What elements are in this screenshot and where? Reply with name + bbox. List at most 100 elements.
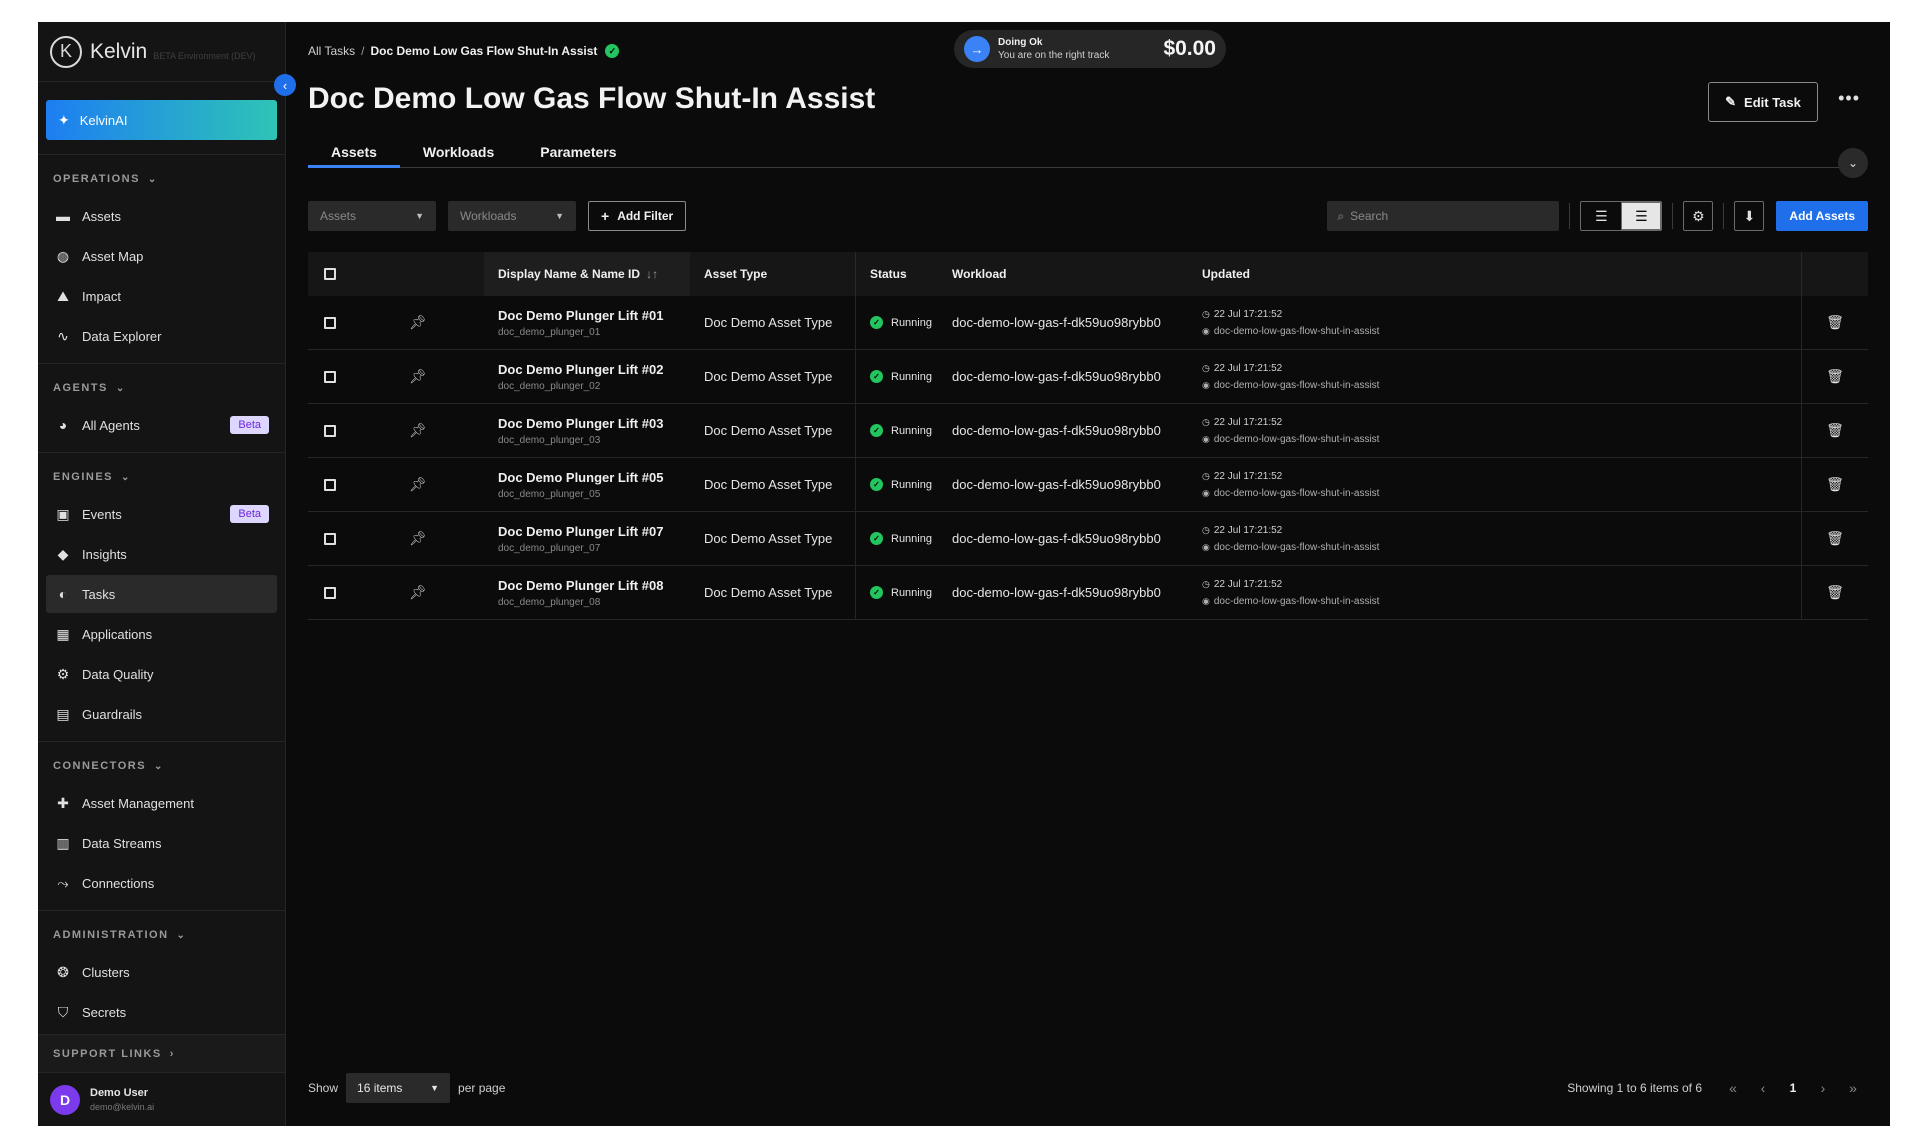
row-checkbox[interactable] bbox=[324, 586, 336, 599]
workload-name[interactable]: doc-demo-low-gas-f-dk59uo98rybb0 bbox=[952, 315, 1202, 330]
per-page-select[interactable]: 16 items ▼ bbox=[346, 1073, 451, 1103]
table-row[interactable]: 📌︎ Doc Demo Plunger Lift #01 doc_demo_pl… bbox=[308, 295, 1868, 350]
breadcrumb-all-tasks[interactable]: All Tasks bbox=[308, 44, 355, 58]
row-checkbox[interactable] bbox=[324, 424, 336, 437]
name-column-header[interactable]: Display Name & Name ID ↓↑ bbox=[484, 252, 690, 296]
tag-icon: ◆ bbox=[57, 545, 69, 562]
prev-page-icon[interactable]: ‹ bbox=[1748, 1080, 1778, 1096]
asset-display-name[interactable]: Doc Demo Plunger Lift #05 bbox=[498, 470, 690, 485]
pin-icon[interactable]: 📌︎ bbox=[352, 422, 484, 439]
status-badge: Running bbox=[891, 478, 932, 491]
tab-parameters[interactable]: Parameters bbox=[517, 144, 639, 168]
search-input[interactable] bbox=[1350, 209, 1531, 223]
table-row[interactable]: 📌︎ Doc Demo Plunger Lift #08 doc_demo_pl… bbox=[308, 565, 1868, 620]
row-checkbox[interactable] bbox=[324, 316, 336, 329]
sidebar-item-label: Assets bbox=[82, 208, 122, 224]
sidebar-item-asset-map[interactable]: ◍ Asset Map bbox=[46, 237, 277, 275]
add-assets-button[interactable]: Add Assets bbox=[1776, 201, 1868, 231]
sidebar-item-connections[interactable]: ⤳ Connections bbox=[46, 864, 277, 902]
sidebar-item-secrets[interactable]: ⛉ Secrets bbox=[46, 993, 277, 1031]
compact-view-icon[interactable]: ☰ bbox=[1581, 202, 1621, 230]
tab-workloads[interactable]: Workloads bbox=[400, 144, 517, 168]
sidebar-item-data-streams[interactable]: ▥ Data Streams bbox=[46, 824, 277, 862]
sidebar-item-tasks[interactable]: ◐ Tasks bbox=[46, 575, 277, 613]
tabs: Assets Workloads Parameters bbox=[308, 144, 1860, 168]
asset-display-name[interactable]: Doc Demo Plunger Lift #02 bbox=[498, 362, 690, 377]
beta-badge: Beta bbox=[230, 505, 269, 523]
row-checkbox[interactable] bbox=[324, 370, 336, 383]
trash-icon[interactable]: 🗑︎ bbox=[1802, 368, 1868, 385]
sidebar-item-assets[interactable]: ▬ Assets bbox=[46, 197, 277, 235]
connection-icon: ⤳ bbox=[57, 874, 69, 891]
updated-by: doc-demo-low-gas-flow-shut-in-assist bbox=[1213, 595, 1380, 607]
chevron-down-icon[interactable]: ⌄ bbox=[1838, 148, 1868, 178]
list-view-icon[interactable]: ☰ bbox=[1621, 202, 1662, 230]
section-title-agents[interactable]: AGENTS ⌄ bbox=[38, 374, 285, 404]
workload-name[interactable]: doc-demo-low-gas-f-dk59uo98rybb0 bbox=[952, 531, 1202, 546]
more-options-icon[interactable]: ••• bbox=[1838, 88, 1860, 109]
asset-display-name[interactable]: Doc Demo Plunger Lift #03 bbox=[498, 416, 690, 431]
collapse-sidebar-button[interactable]: ‹ bbox=[274, 74, 296, 96]
sidebar-item-data-explorer[interactable]: ∿ Data Explorer bbox=[46, 317, 277, 355]
workload-name[interactable]: doc-demo-low-gas-f-dk59uo98rybb0 bbox=[952, 423, 1202, 438]
sidebar-item-clusters[interactable]: ❂ Clusters bbox=[46, 953, 277, 991]
table-row[interactable]: 📌︎ Doc Demo Plunger Lift #02 doc_demo_pl… bbox=[308, 349, 1868, 404]
asset-display-name[interactable]: Doc Demo Plunger Lift #07 bbox=[498, 524, 690, 539]
nav-section-connectors: CONNECTORS ⌄ ✚ Asset Management ▥ Data Stream… bbox=[38, 741, 285, 910]
section-title-administration[interactable]: ADMINISTRATION ⌄ bbox=[38, 921, 285, 951]
section-title-operations[interactable]: OPERATIONS ⌄ bbox=[38, 165, 285, 195]
sidebar-item-label: Connections bbox=[82, 875, 155, 891]
table-row[interactable]: 📌︎ Doc Demo Plunger Lift #03 doc_demo_pl… bbox=[308, 403, 1868, 458]
user-icon: ◉ bbox=[1202, 325, 1210, 336]
sidebar-item-applications[interactable]: ▦ Applications bbox=[46, 615, 277, 653]
support-links-toggle[interactable]: SUPPORT LINKS › bbox=[38, 1034, 285, 1072]
asset-display-name[interactable]: Doc Demo Plunger Lift #08 bbox=[498, 578, 690, 593]
tab-assets[interactable]: Assets bbox=[308, 144, 400, 168]
pin-icon[interactable]: 📌︎ bbox=[352, 314, 484, 331]
section-title-connectors[interactable]: CONNECTORS ⌄ bbox=[38, 752, 285, 782]
table-row[interactable]: 📌︎ Doc Demo Plunger Lift #07 doc_demo_pl… bbox=[308, 511, 1868, 566]
select-all-checkbox[interactable] bbox=[324, 268, 336, 280]
sidebar-item-guardrails[interactable]: ▤ Guardrails bbox=[46, 695, 277, 733]
download-icon[interactable]: ⬇ bbox=[1734, 201, 1765, 231]
row-checkbox[interactable] bbox=[324, 532, 336, 545]
pin-icon[interactable]: 📌︎ bbox=[352, 476, 484, 493]
trash-icon[interactable]: 🗑︎ bbox=[1802, 476, 1868, 493]
last-page-icon[interactable]: » bbox=[1838, 1080, 1868, 1096]
assets-filter-select[interactable]: Assets ▼ bbox=[308, 201, 436, 231]
edit-task-button[interactable]: ✎ Edit Task bbox=[1708, 82, 1818, 122]
column-settings-icon[interactable]: ⚙ bbox=[1683, 201, 1714, 231]
sidebar-item-all-agents[interactable]: ◕ All Agents Beta bbox=[46, 406, 277, 444]
row-checkbox[interactable] bbox=[324, 478, 336, 491]
sidebar-item-impact[interactable]: ⛰ Impact bbox=[46, 277, 277, 315]
sidebar-item-data-quality[interactable]: ⚙ Data Quality bbox=[46, 655, 277, 693]
add-filter-button[interactable]: + Add Filter bbox=[588, 201, 687, 231]
workload-name[interactable]: doc-demo-low-gas-f-dk59uo98rybb0 bbox=[952, 585, 1202, 600]
updated-time: 22 Jul 17:21:52 bbox=[1213, 416, 1283, 428]
section-title-engines[interactable]: ENGINES ⌄ bbox=[38, 463, 285, 493]
current-page[interactable]: 1 bbox=[1778, 1081, 1808, 1095]
workload-name[interactable]: doc-demo-low-gas-f-dk59uo98rybb0 bbox=[952, 477, 1202, 492]
user-profile[interactable]: D Demo User demo@kelvin.ai bbox=[38, 1072, 285, 1126]
trash-icon[interactable]: 🗑︎ bbox=[1802, 530, 1868, 547]
sidebar-item-asset-management[interactable]: ✚ Asset Management bbox=[46, 784, 277, 822]
kelvin-ai-button[interactable]: ✦ KelvinAI bbox=[46, 100, 277, 140]
workloads-filter-select[interactable]: Workloads ▼ bbox=[448, 201, 576, 231]
check-circle-icon: ✓ bbox=[870, 586, 883, 599]
sidebar-item-insights[interactable]: ◆ Insights bbox=[46, 535, 277, 573]
trash-icon[interactable]: 🗑︎ bbox=[1802, 584, 1868, 601]
trash-icon[interactable]: 🗑︎ bbox=[1802, 314, 1868, 331]
sidebar-item-events[interactable]: ▣ Events Beta bbox=[46, 495, 277, 533]
first-page-icon[interactable]: « bbox=[1718, 1080, 1748, 1096]
status-pill[interactable]: → Doing Ok You are on the right track $0… bbox=[954, 30, 1226, 68]
pulse-icon: ∿ bbox=[57, 327, 69, 344]
trash-icon[interactable]: 🗑︎ bbox=[1802, 422, 1868, 439]
check-circle-icon: ✓ bbox=[870, 532, 883, 545]
pin-icon[interactable]: 📌︎ bbox=[352, 368, 484, 385]
workload-name[interactable]: doc-demo-low-gas-f-dk59uo98rybb0 bbox=[952, 369, 1202, 384]
next-page-icon[interactable]: › bbox=[1808, 1080, 1838, 1096]
pin-icon[interactable]: 📌︎ bbox=[352, 584, 484, 601]
table-row[interactable]: 📌︎ Doc Demo Plunger Lift #05 doc_demo_pl… bbox=[308, 457, 1868, 512]
asset-display-name[interactable]: Doc Demo Plunger Lift #01 bbox=[498, 308, 690, 323]
pin-icon[interactable]: 📌︎ bbox=[352, 530, 484, 547]
